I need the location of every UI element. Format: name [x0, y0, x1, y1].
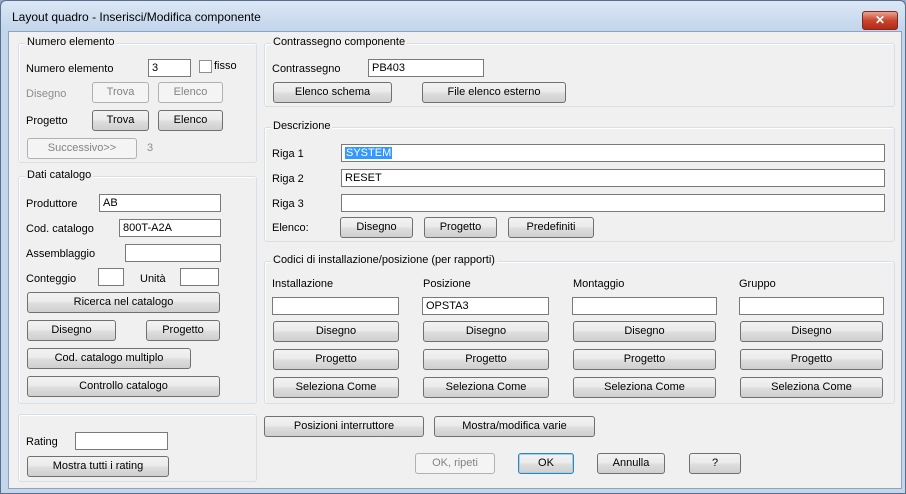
montaggio-progetto-button[interactable]: Progetto [573, 349, 716, 370]
window-title: Layout quadro - Inserisci/Modifica compo… [12, 10, 261, 24]
group-label: Contrassegno componente [271, 36, 408, 48]
produttore-label: Produttore [26, 198, 78, 210]
riga-3-label: Riga 3 [272, 198, 304, 210]
ok-button[interactable]: OK [518, 453, 574, 474]
unita-label: Unità [140, 273, 166, 285]
ricerca-catalogo-button[interactable]: Ricerca nel catalogo [27, 292, 220, 313]
posizione-progetto-button[interactable]: Progetto [423, 349, 549, 370]
successivo-value: 3 [147, 142, 154, 154]
installazione-progetto-button[interactable]: Progetto [273, 349, 399, 370]
posizione-label: Posizione [423, 278, 471, 290]
riga-1-input[interactable]: SYSTEM [341, 144, 885, 162]
rating-label: Rating [26, 436, 58, 448]
installazione-disegno-button[interactable]: Disegno [273, 321, 399, 342]
help-button[interactable]: ? [689, 453, 741, 474]
contrassegno-input[interactable]: PB403 [368, 59, 484, 77]
group-label: Codici di installazione/posizione (per r… [271, 254, 497, 266]
disegno-label: Disegno [26, 88, 67, 100]
riga-2-label: Riga 2 [272, 173, 304, 185]
posizione-seleziona-button[interactable]: Seleziona Come [423, 377, 549, 398]
numero-elemento-input[interactable]: 3 [148, 59, 191, 77]
dialog-client-area: Numero elemento Numero elemento 3 fisso … [8, 31, 902, 489]
posizioni-interruttore-button[interactable]: Posizioni interruttore [264, 416, 424, 437]
montaggio-input[interactable] [572, 297, 717, 315]
elenco-schema-button[interactable]: Elenco schema [273, 82, 392, 103]
group-label: Descrizione [271, 120, 333, 132]
conteggio-label: Conteggio [26, 273, 77, 285]
cod-catalogo-multiplo-button[interactable]: Cod. catalogo multiplo [27, 348, 191, 369]
montaggio-label: Montaggio [573, 278, 625, 290]
group-label: Dati catalogo [25, 169, 94, 181]
descrizione-disegno-button[interactable]: Disegno [340, 217, 413, 238]
catalogo-progetto-button[interactable]: Progetto [146, 320, 220, 341]
elenco-label: Elenco: [272, 222, 309, 234]
mostra-rating-button[interactable]: Mostra tutti i rating [27, 456, 169, 477]
assemblaggio-label: Assemblaggio [26, 248, 96, 260]
title-bar: Layout quadro - Inserisci/Modifica compo… [1, 1, 905, 31]
montaggio-seleziona-button[interactable]: Seleziona Come [573, 377, 716, 398]
installazione-input[interactable] [272, 297, 399, 315]
successivo-button[interactable]: Successivo>> [27, 138, 137, 159]
fisso-label: fisso [214, 60, 237, 72]
riga-3-input[interactable] [341, 194, 885, 212]
progetto-elenco-button[interactable]: Elenco [158, 110, 223, 131]
gruppo-seleziona-button[interactable]: Seleziona Come [740, 377, 883, 398]
conteggio-input[interactable] [98, 268, 124, 286]
close-icon: ✕ [874, 13, 886, 27]
riga-1-label: Riga 1 [272, 148, 304, 160]
contrassegno-label: Contrassegno [272, 63, 341, 75]
catalogo-disegno-button[interactable]: Disegno [27, 320, 116, 341]
riga-2-input[interactable]: RESET [341, 169, 885, 187]
file-elenco-esterno-button[interactable]: File elenco esterno [422, 82, 566, 103]
cod-catalogo-label: Cod. catalogo [26, 223, 94, 235]
numero-elemento-label: Numero elemento [26, 63, 114, 75]
cod-catalogo-input[interactable]: 800T-A2A [119, 219, 221, 237]
disegno-elenco-button[interactable]: Elenco [158, 82, 223, 103]
posizione-input[interactable]: OPSTA3 [422, 297, 549, 315]
mostra-modifica-varie-button[interactable]: Mostra/modifica varie [434, 416, 595, 437]
rating-input[interactable] [75, 432, 168, 450]
unita-input[interactable] [180, 268, 219, 286]
predefiniti-button[interactable]: Predefiniti [508, 217, 594, 238]
fisso-checkbox[interactable] [199, 60, 212, 73]
progetto-trova-button[interactable]: Trova [92, 110, 149, 131]
disegno-trova-button[interactable]: Trova [92, 82, 149, 103]
selected-text: SYSTEM [345, 147, 393, 159]
posizione-disegno-button[interactable]: Disegno [423, 321, 549, 342]
gruppo-label: Gruppo [739, 278, 776, 290]
close-button[interactable]: ✕ [862, 11, 898, 30]
ok-ripeti-button[interactable]: OK, ripeti [415, 453, 495, 474]
montaggio-disegno-button[interactable]: Disegno [573, 321, 716, 342]
controllo-catalogo-button[interactable]: Controllo catalogo [27, 376, 220, 397]
dialog-window: Layout quadro - Inserisci/Modifica compo… [0, 0, 906, 494]
gruppo-progetto-button[interactable]: Progetto [740, 349, 883, 370]
assemblaggio-input[interactable] [125, 244, 221, 262]
group-label: Numero elemento [25, 36, 117, 48]
gruppo-input[interactable] [739, 297, 884, 315]
installazione-label: Installazione [272, 278, 334, 290]
produttore-input[interactable]: AB [99, 194, 221, 212]
gruppo-disegno-button[interactable]: Disegno [740, 321, 883, 342]
annulla-button[interactable]: Annulla [597, 453, 665, 474]
descrizione-progetto-button[interactable]: Progetto [424, 217, 497, 238]
progetto-label: Progetto [26, 115, 68, 127]
installazione-seleziona-button[interactable]: Seleziona Come [273, 377, 399, 398]
